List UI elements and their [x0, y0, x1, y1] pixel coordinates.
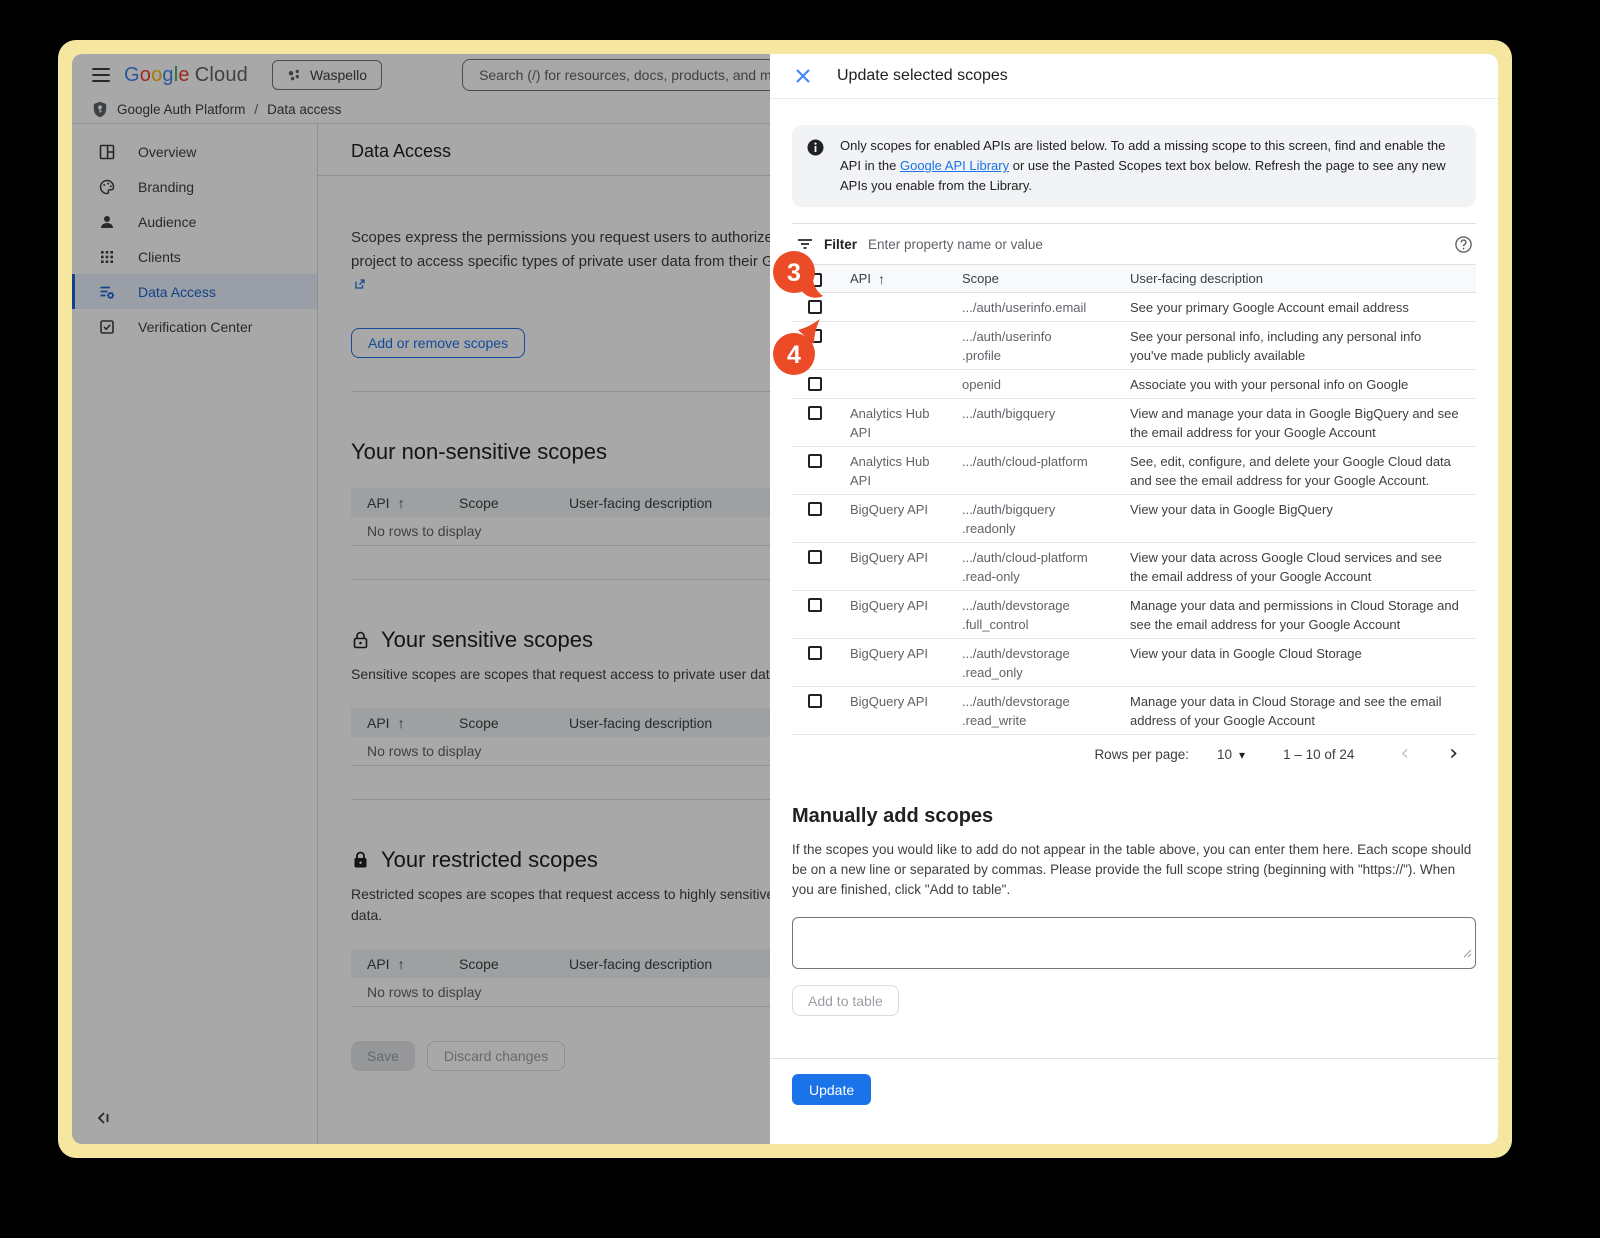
info-banner: Only scopes for enabled APIs are listed …: [792, 125, 1476, 207]
row-scope: .../auth/cloud-platform .read-only: [962, 548, 1130, 586]
row-scope: .../auth/userinfo.email: [962, 298, 1130, 317]
previous-page-button[interactable]: ‹: [1388, 743, 1421, 765]
row-scope: .../auth/userinfo .profile: [962, 327, 1130, 365]
row-checkbox[interactable]: [808, 377, 822, 391]
scope-row: .../auth/userinfo .profile See your pers…: [792, 322, 1476, 370]
select-all-checkbox[interactable]: [808, 273, 822, 287]
panel-title: Update selected scopes: [837, 67, 1008, 85]
row-description: See your primary Google Account email ad…: [1130, 298, 1476, 317]
manually-add-scopes-heading: Manually add scopes: [792, 805, 1476, 828]
scope-row: Analytics Hub API .../auth/cloud-platfor…: [792, 447, 1476, 495]
row-api: BigQuery API: [850, 644, 962, 663]
scope-row: .../auth/userinfo.email See your primary…: [792, 293, 1476, 322]
row-description: View your data in Google BigQuery: [1130, 500, 1476, 519]
row-checkbox[interactable]: [808, 329, 822, 343]
row-description: Associate you with your personal info on…: [1130, 375, 1476, 394]
row-description: View and manage your data in Google BigQ…: [1130, 404, 1476, 442]
row-scope: .../auth/devstorage .read_only: [962, 644, 1130, 682]
screenshot-stage: Google Cloud Waspello Search (/) for res…: [0, 0, 1600, 1238]
row-scope: openid: [962, 375, 1130, 394]
scope-row: openid Associate you with your personal …: [792, 370, 1476, 399]
panel-header: Update selected scopes: [770, 54, 1498, 99]
column-header-scope: Scope: [962, 271, 1130, 286]
scope-row: BigQuery API .../auth/cloud-platform .re…: [792, 543, 1476, 591]
row-scope: .../auth/cloud-platform: [962, 452, 1130, 471]
row-description: See your personal info, including any pe…: [1130, 327, 1476, 365]
row-scope: .../auth/bigquery: [962, 404, 1130, 423]
scope-row: Analytics Hub API .../auth/bigquery View…: [792, 399, 1476, 447]
row-scope: .../auth/devstorage .read_write: [962, 692, 1130, 730]
row-checkbox[interactable]: [808, 300, 822, 314]
row-scope: .../auth/devstorage .full_control: [962, 596, 1130, 634]
rows-per-page-select[interactable]: 10: [1217, 747, 1245, 762]
filter-section: Filter: [792, 223, 1476, 264]
column-header-api[interactable]: API: [850, 271, 962, 287]
row-description: Manage your data and permissions in Clou…: [1130, 596, 1476, 634]
row-checkbox[interactable]: [808, 406, 822, 420]
resize-handle-icon[interactable]: [1463, 945, 1472, 963]
sort-ascending-icon: [878, 271, 885, 287]
row-api: BigQuery API: [850, 596, 962, 615]
pagination: Rows per page: 10 1 – 10 of 24 ‹ ›: [792, 735, 1476, 773]
manual-scopes-textarea[interactable]: [792, 917, 1476, 969]
scope-row: BigQuery API .../auth/devstorage .full_c…: [792, 591, 1476, 639]
row-scope: .../auth/bigquery .readonly: [962, 500, 1130, 538]
scope-row: BigQuery API .../auth/bigquery .readonly…: [792, 495, 1476, 543]
filter-label[interactable]: Filter: [824, 237, 857, 252]
filter-input[interactable]: [868, 237, 1444, 252]
info-banner-text: Only scopes for enabled APIs are listed …: [840, 136, 1458, 196]
row-api: BigQuery API: [850, 548, 962, 567]
update-button[interactable]: Update: [792, 1074, 871, 1105]
row-api: Analytics Hub API: [850, 452, 962, 490]
row-checkbox[interactable]: [808, 694, 822, 708]
info-icon: [807, 139, 824, 196]
close-icon[interactable]: [795, 68, 811, 84]
row-checkbox[interactable]: [808, 646, 822, 660]
row-api: BigQuery API: [850, 500, 962, 519]
chevron-down-icon: [1239, 747, 1245, 762]
row-api: BigQuery API: [850, 692, 962, 711]
row-description: View your data in Google Cloud Storage: [1130, 644, 1476, 663]
scope-row: BigQuery API .../auth/devstorage .read_w…: [792, 687, 1476, 735]
highlight-frame: Google Cloud Waspello Search (/) for res…: [58, 40, 1512, 1158]
next-page-button[interactable]: ›: [1437, 743, 1470, 765]
scopes-table: API Scope User-facing description .../au…: [792, 264, 1476, 735]
google-api-library-link[interactable]: Google API Library: [900, 158, 1009, 173]
row-checkbox[interactable]: [808, 550, 822, 564]
browser-window: Google Cloud Waspello Search (/) for res…: [72, 54, 1498, 1144]
row-description: View your data across Google Cloud servi…: [1130, 548, 1476, 586]
update-scopes-panel: Update selected scopes Only scopes for e…: [770, 54, 1498, 1144]
panel-footer-divider: [770, 1058, 1498, 1059]
filter-icon: [797, 237, 813, 251]
pagination-range: 1 – 10 of 24: [1283, 747, 1354, 762]
row-description: Manage your data in Cloud Storage and se…: [1130, 692, 1476, 730]
help-icon[interactable]: [1455, 236, 1472, 253]
row-description: See, edit, configure, and delete your Go…: [1130, 452, 1476, 490]
rows-per-page-value: 10: [1217, 747, 1232, 762]
row-checkbox[interactable]: [808, 454, 822, 468]
scope-row: BigQuery API .../auth/devstorage .read_o…: [792, 639, 1476, 687]
add-to-table-button[interactable]: Add to table: [792, 985, 899, 1016]
row-checkbox[interactable]: [808, 502, 822, 516]
row-api: Analytics Hub API: [850, 404, 962, 442]
rows-per-page-label: Rows per page:: [1094, 747, 1189, 762]
scopes-table-header: API Scope User-facing description: [792, 264, 1476, 293]
column-header-description: User-facing description: [1130, 271, 1476, 286]
manually-add-scopes-description: If the scopes you would like to add do n…: [792, 840, 1476, 900]
row-checkbox[interactable]: [808, 598, 822, 612]
